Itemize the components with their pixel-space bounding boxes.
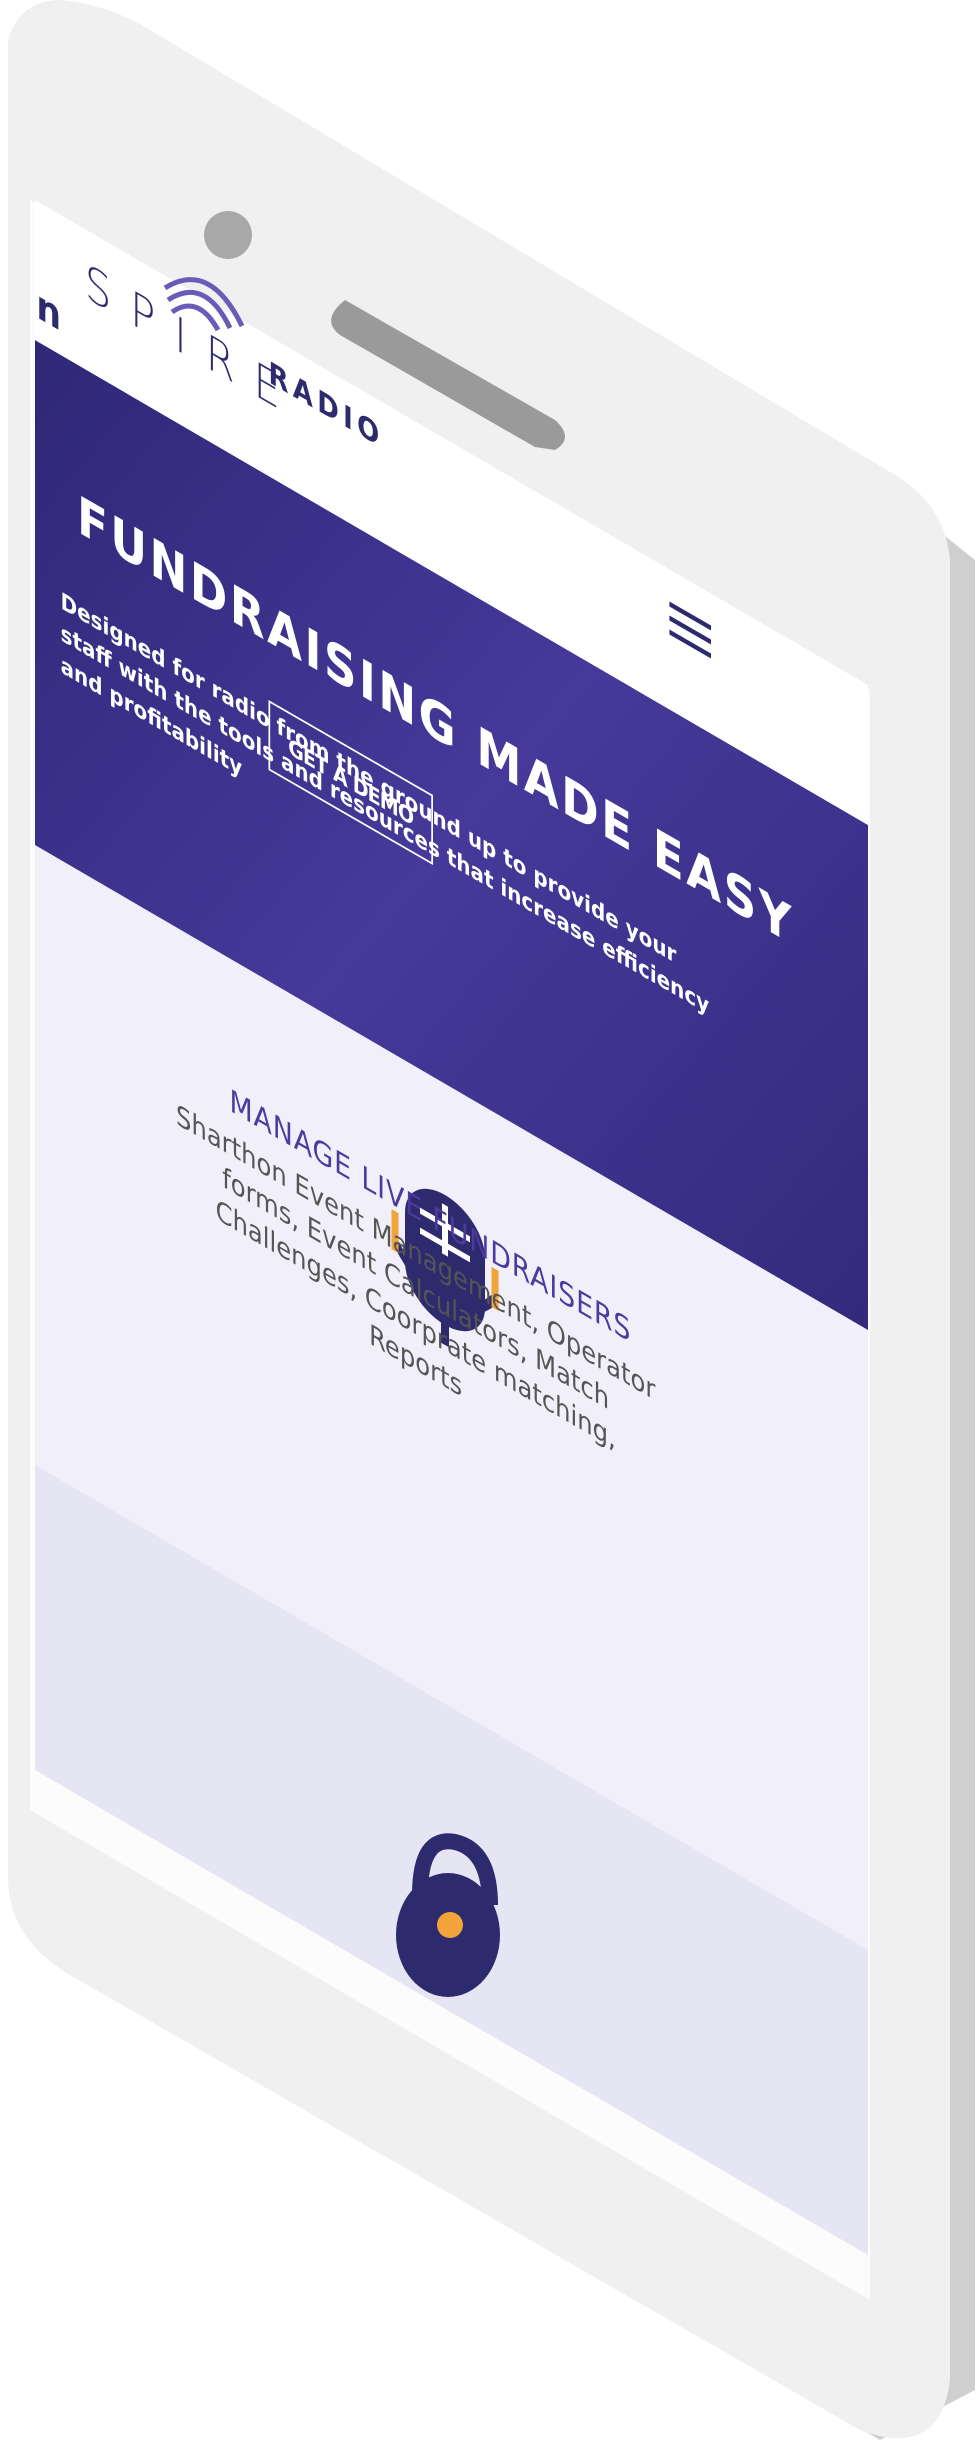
phone-mockup: n SPIRE RADIO FUNDRAISING MADE EASY Desi…: [0, 0, 977, 2446]
phone-shell: [8, 0, 975, 2440]
camera-dot: [204, 211, 252, 259]
